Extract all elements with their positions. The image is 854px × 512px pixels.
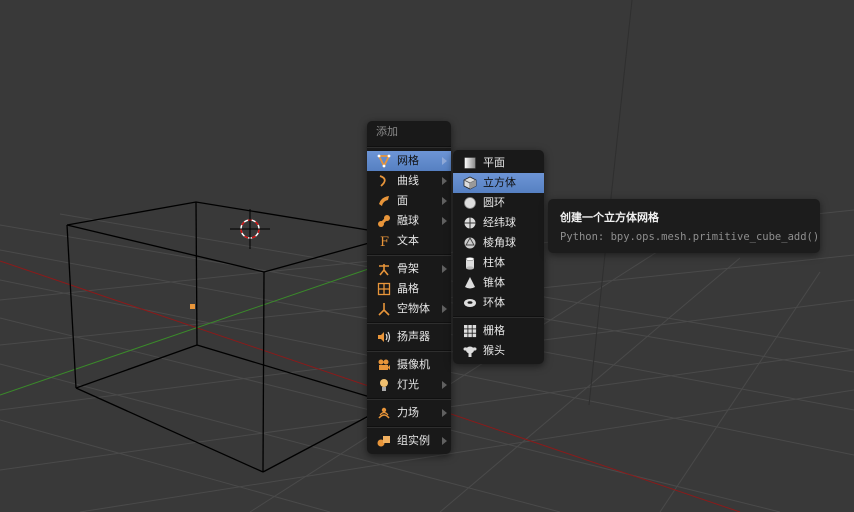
- surface-icon: [377, 194, 391, 208]
- add-menu-item[interactable]: 网格: [367, 151, 451, 171]
- 3d-cursor[interactable]: [230, 209, 270, 249]
- submenu-arrow-icon: [442, 409, 447, 417]
- tooltip-title: 创建一个立方体网格: [560, 211, 659, 224]
- svg-text:F: F: [380, 235, 389, 248]
- group-instance-icon: [377, 434, 391, 448]
- mesh-menu-item[interactable]: 棱角球: [453, 233, 544, 253]
- add-menu-item[interactable]: F 文本: [367, 231, 451, 251]
- add-menu-item-label: 晶格: [397, 282, 419, 295]
- mesh-menu-item-label: 锥体: [483, 276, 505, 289]
- submenu-arrow-icon: [442, 177, 447, 185]
- mesh-menu-item[interactable]: 经纬球: [453, 213, 544, 233]
- tooltip: 创建一个立方体网格 Python: bpy.ops.mesh.primitive…: [548, 199, 820, 253]
- add-menu-item[interactable]: 面: [367, 191, 451, 211]
- force-field-icon: [377, 406, 391, 420]
- add-menu-item[interactable]: 力场: [367, 403, 451, 423]
- mesh-menu-item[interactable]: 柱体: [453, 253, 544, 273]
- metaball-icon: [377, 214, 391, 228]
- menu-separator: [453, 316, 544, 318]
- add-menu-item-label: 空物体: [397, 302, 430, 315]
- mesh-menu-item-label: 棱角球: [483, 236, 516, 249]
- add-menu-item[interactable]: 骨架: [367, 259, 451, 279]
- add-menu-item[interactable]: 摄像机: [367, 355, 451, 375]
- add-menu-item-label: 力场: [397, 406, 419, 419]
- empty-icon: [377, 302, 391, 316]
- menu-separator: [367, 398, 451, 400]
- add-menu-title: 添加: [376, 125, 398, 138]
- mesh-menu-item-label: 圆环: [483, 196, 505, 209]
- mesh-icon: [377, 154, 391, 169]
- add-menu-item[interactable]: 组实例: [367, 431, 451, 451]
- add-menu-item-label: 网格: [397, 154, 419, 167]
- menu-separator: [367, 426, 451, 428]
- mesh-menu-item[interactable]: 平面: [453, 153, 544, 173]
- mesh-menu-item[interactable]: 栅格: [453, 321, 544, 341]
- camera-icon: [377, 358, 391, 372]
- mesh-menu-item[interactable]: 圆环: [453, 193, 544, 213]
- uv-sphere-icon: [463, 216, 477, 230]
- text-icon: F: [377, 234, 391, 250]
- mesh-menu-item[interactable]: 锥体: [453, 273, 544, 293]
- y-axis-line: [0, 264, 381, 396]
- mesh-menu-item[interactable]: 猴头: [453, 341, 544, 361]
- armature-icon: [377, 262, 391, 276]
- menu-separator: [367, 322, 451, 324]
- add-menu-item-label: 曲线: [397, 174, 419, 187]
- add-menu-item[interactable]: 晶格: [367, 279, 451, 299]
- add-menu: 添加 网格曲线面融球 F 文本骨架晶格空物体扬声器摄像机灯光力场组实例: [367, 121, 451, 454]
- mesh-menu-item-label: 环体: [483, 296, 505, 309]
- mesh-menu-item-label: 经纬球: [483, 216, 516, 229]
- tooltip-python: Python: bpy.ops.mesh.primitive_cube_add(…: [560, 231, 820, 243]
- add-menu-item-label: 摄像机: [397, 358, 430, 371]
- add-menu-item-label: 扬声器: [397, 330, 430, 343]
- submenu-arrow-icon: [442, 265, 447, 273]
- curve-icon: [377, 174, 391, 188]
- add-menu-item-label: 组实例: [397, 434, 430, 447]
- add-menu-item-label: 面: [397, 194, 408, 207]
- add-menu-item-label: 融球: [397, 214, 419, 227]
- cylinder-icon: [463, 256, 477, 270]
- submenu-arrow-icon: [442, 217, 447, 225]
- add-menu-item-label: 文本: [397, 234, 419, 247]
- submenu-arrow-icon: [442, 305, 447, 313]
- mesh-menu-item[interactable]: 环体: [453, 293, 544, 313]
- lamp-icon: [377, 378, 391, 392]
- menu-separator: [367, 146, 451, 148]
- menu-separator: [367, 350, 451, 352]
- cube-icon: [463, 176, 477, 190]
- add-menu-item[interactable]: 曲线: [367, 171, 451, 191]
- lattice-icon: [377, 282, 391, 296]
- torus-icon: [463, 296, 477, 310]
- submenu-arrow-icon: [442, 437, 447, 445]
- object-origin: [190, 304, 195, 309]
- mesh-menu-item[interactable]: 立方体: [453, 173, 544, 193]
- mesh-menu-item-label: 平面: [483, 156, 505, 169]
- speaker-icon: [377, 330, 391, 344]
- mesh-menu-item-label: 栅格: [483, 324, 505, 337]
- plane-icon: [463, 156, 477, 170]
- mesh-submenu: 平面立方体圆环经纬球棱角球柱体锥体环体栅格猴头: [453, 150, 544, 364]
- mesh-menu-item-label: 柱体: [483, 256, 505, 269]
- grid-icon: [463, 324, 477, 338]
- menu-separator: [367, 254, 451, 256]
- add-menu-item[interactable]: 融球: [367, 211, 451, 231]
- ico-sphere-icon: [463, 236, 477, 250]
- mesh-menu-item-label: 猴头: [483, 344, 505, 357]
- add-menu-item[interactable]: 空物体: [367, 299, 451, 319]
- cone-icon: [463, 276, 477, 290]
- mesh-menu-item-label: 立方体: [483, 176, 516, 189]
- monkey-icon: [463, 344, 477, 358]
- add-menu-item-label: 灯光: [397, 378, 419, 391]
- submenu-arrow-icon: [442, 381, 447, 389]
- submenu-arrow-icon: [442, 157, 447, 165]
- add-menu-item[interactable]: 扬声器: [367, 327, 451, 347]
- add-menu-item-label: 骨架: [397, 262, 419, 275]
- circle-icon: [463, 196, 477, 210]
- add-menu-item[interactable]: 灯光: [367, 375, 451, 395]
- submenu-arrow-icon: [442, 197, 447, 205]
